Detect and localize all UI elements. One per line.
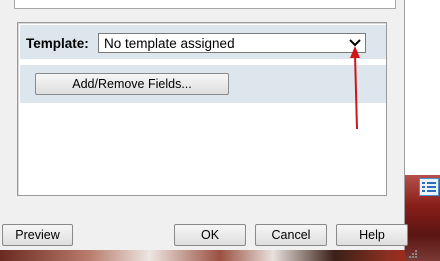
- ok-button[interactable]: OK: [174, 224, 246, 246]
- preview-button[interactable]: Preview: [2, 224, 73, 246]
- template-dropdown-value: No template assigned: [104, 36, 235, 51]
- annotation-arrow: [350, 46, 360, 130]
- fields-row: Add/Remove Fields...: [20, 65, 386, 103]
- resize-grip-icon[interactable]: [408, 249, 418, 259]
- properties-dialog: Template: No template assigned Add/Remov…: [0, 0, 408, 250]
- upper-panel: [14, 0, 396, 9]
- cancel-button[interactable]: Cancel: [255, 224, 327, 246]
- template-row: Template: No template assigned: [20, 25, 386, 59]
- view-toggle-icon[interactable]: [419, 178, 439, 196]
- help-button[interactable]: Help: [336, 224, 408, 246]
- add-remove-fields-button[interactable]: Add/Remove Fields...: [35, 73, 229, 95]
- template-dropdown[interactable]: No template assigned: [98, 33, 366, 53]
- template-group: Template: No template assigned Add/Remov…: [17, 22, 387, 196]
- template-label: Template:: [26, 36, 89, 51]
